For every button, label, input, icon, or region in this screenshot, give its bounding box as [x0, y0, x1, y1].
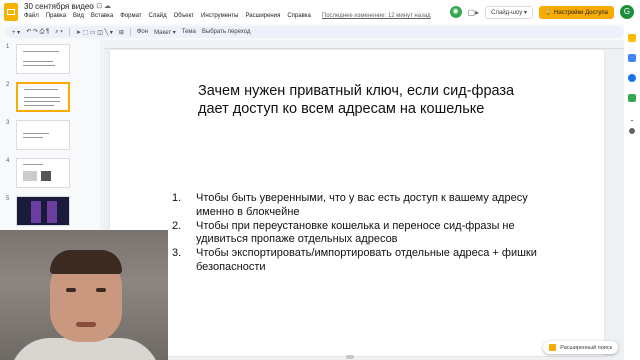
camera-icon[interactable]: ▢▸ [468, 8, 480, 17]
menu-view[interactable]: Вид [73, 13, 84, 19]
slide-thumbnail-1[interactable]: 1 [0, 44, 100, 76]
keep-icon[interactable] [628, 34, 636, 42]
menu-slide[interactable]: Слайд [149, 13, 167, 19]
slide-page[interactable]: Зачем нужен приватный ключ, если сид-фра… [110, 50, 604, 356]
document-title[interactable]: 30 сентября видео [24, 2, 94, 11]
explore-icon [549, 344, 557, 351]
maps-icon[interactable] [628, 94, 636, 102]
person-eye [96, 288, 106, 292]
undo-redo-print-icons[interactable]: ↶ ↷ ⎙ ¶ [26, 28, 49, 36]
add-addon-icon[interactable] [629, 128, 635, 134]
divider [129, 28, 131, 36]
theme-button[interactable]: Тема [182, 29, 196, 35]
person-mouth [76, 322, 96, 327]
list-number: 3. [172, 247, 182, 260]
menu-object[interactable]: Объект [174, 13, 194, 19]
slide-number: 3 [6, 120, 10, 126]
slide-number: 1 [6, 44, 10, 50]
slides-logo-icon[interactable] [4, 3, 18, 21]
slide-list[interactable]: 1. Чтобы быть уверенными, что у вас есть… [172, 192, 552, 275]
present-button[interactable]: Слайд-шоу ▾ [485, 5, 533, 19]
slide-thumbnail-preview[interactable] [16, 196, 70, 226]
layout-button[interactable]: Макет ▾ [154, 29, 176, 36]
top-bar: 30 сентября видео ☆ ⊡ ☁ Файл Правка Вид … [0, 0, 640, 24]
menu-insert[interactable]: Вставка [91, 13, 113, 19]
horizontal-ruler [100, 40, 624, 49]
person-eye [66, 288, 76, 292]
list-item: 1. Чтобы быть уверенными, что у вас есть… [172, 192, 552, 220]
explore-label: Расширенный поиск [560, 344, 612, 351]
contacts-icon[interactable] [628, 74, 636, 82]
comment-icon[interactable]: ⊞ [119, 29, 124, 36]
menu-help[interactable]: Справка [287, 13, 311, 19]
toolbar: + ▾ ↶ ↷ ⎙ ¶ ⌕ ▾ ➤ ⬚ ▭ ◫ ╲ ▾ ⊞ Фон Макет … [6, 26, 624, 38]
slide-thumbnail-4[interactable]: 4 [0, 158, 100, 190]
menu-extensions[interactable]: Расширения [245, 13, 280, 19]
webcam-overlay [0, 230, 168, 360]
list-number: 2. [172, 219, 182, 232]
tasks-icon[interactable] [628, 54, 636, 62]
slide-thumbnail-2[interactable]: 2 [0, 82, 100, 114]
transition-button[interactable]: Выбрать переход [202, 29, 251, 35]
drawing-tools-icons[interactable]: ➤ ⬚ ▭ ◫ ╲ ▾ [76, 29, 113, 36]
list-number: 1. [172, 192, 182, 204]
menu-file[interactable]: Файл [24, 13, 39, 19]
star-move-cloud-icons[interactable]: ☆ ⊡ ☁ [88, 2, 111, 10]
share-button[interactable]: 🔒 Настройки Доступа [538, 5, 614, 19]
slide-heading[interactable]: Зачем нужен приватный ключ, если сид-фра… [198, 82, 528, 118]
slide-number: 5 [6, 196, 10, 202]
slide-thumbnail-preview[interactable] [16, 44, 70, 74]
menu-edit[interactable]: Правка [46, 13, 66, 19]
slide-thumbnail-5[interactable]: 5 [0, 196, 100, 228]
list-item: 3. Чтобы экспортировать/импортировать от… [172, 247, 552, 275]
divider [631, 120, 633, 121]
new-slide-button[interactable]: + ▾ [12, 29, 20, 36]
meet-icon[interactable]: ◉ [449, 6, 462, 18]
slide-number: 2 [6, 82, 10, 88]
top-right-actions: ◉ ▢▸ Слайд-шоу ▾ 🔒 Настройки Доступа G [449, 0, 640, 24]
menu-tools[interactable]: Инструменты [201, 13, 238, 19]
slide-thumbnail-preview[interactable] [16, 158, 70, 188]
person-hair [50, 250, 122, 274]
slide-number: 4 [6, 158, 10, 164]
zoom-icon[interactable]: ⌕ ▾ [55, 29, 63, 36]
explore-button[interactable]: Расширенный поиск [543, 341, 618, 354]
last-edit-link[interactable]: Последнее изменение: 12 минут назад [322, 13, 431, 19]
list-item-text: Чтобы экспортировать/импортировать отдел… [196, 247, 537, 273]
right-side-panel [624, 24, 640, 360]
horizontal-scrollbar[interactable] [346, 355, 354, 359]
background-button[interactable]: Фон [137, 29, 148, 35]
avatar[interactable]: G [620, 5, 634, 19]
slide-thumbnail-preview[interactable] [16, 82, 70, 112]
slide-thumbnail-preview[interactable] [16, 120, 70, 150]
menu-format[interactable]: Формат [120, 13, 141, 19]
slide-thumbnail-3[interactable]: 3 [0, 120, 100, 152]
list-item-text: Чтобы при переустановке кошелька и перен… [196, 219, 515, 246]
list-item: 2. Чтобы при переустановке кошелька и пе… [172, 220, 552, 248]
menu-bar: Файл Правка Вид Вставка Формат Слайд Объ… [24, 13, 431, 19]
list-item-text: Чтобы быть уверенными, что у вас есть до… [196, 192, 528, 218]
divider [68, 28, 70, 36]
